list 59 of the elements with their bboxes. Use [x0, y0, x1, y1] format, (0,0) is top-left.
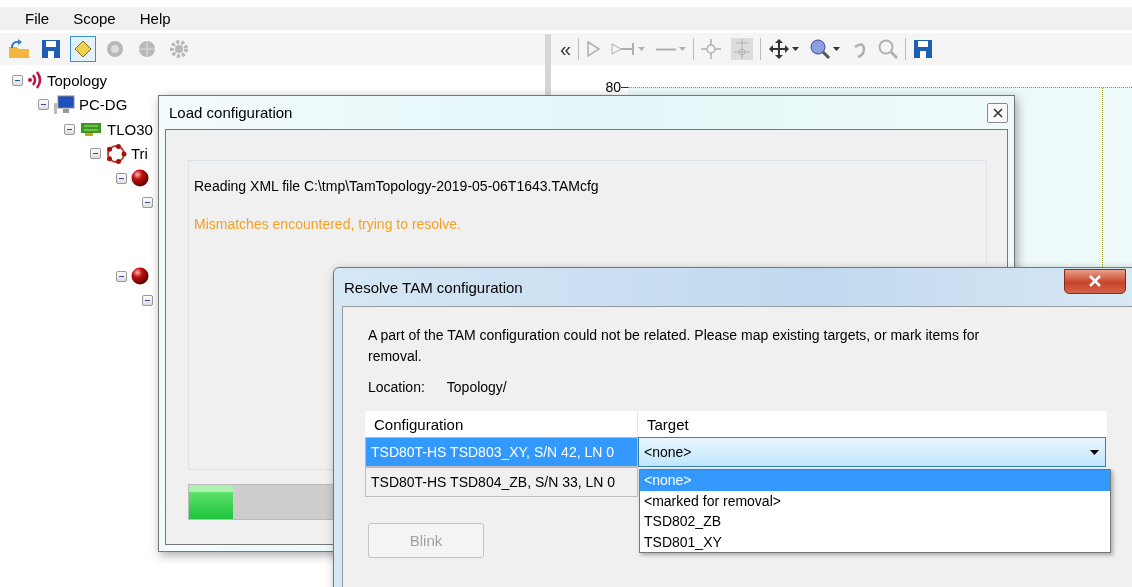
- zoom-icon: [809, 38, 832, 60]
- collapse-toggle[interactable]: [64, 123, 75, 135]
- line-icon: [655, 47, 678, 51]
- dropdown-option[interactable]: <marked for removal>: [640, 490, 1110, 511]
- collapse-toggle[interactable]: [142, 295, 153, 307]
- tree-item-label[interactable]: Tri: [131, 145, 148, 163]
- status-message: Reading XML file C:\tmp\TamTopology-2019-05-06T1643.TAMcfg: [194, 178, 600, 194]
- caret-icon: [792, 47, 800, 51]
- close-icon: [1088, 275, 1102, 287]
- axis-tick-label: 80: [604, 79, 621, 95]
- tree-item-label[interactable]: PC-DG: [79, 96, 128, 114]
- caret-icon: [679, 47, 687, 51]
- dialog-title: Load configuration: [169, 104, 293, 121]
- column-header[interactable]: Target: [638, 411, 1107, 437]
- collapse-toggle[interactable]: [90, 148, 101, 160]
- warning-message: Mismatches encountered, trying to resolve.: [194, 216, 462, 232]
- save-icon: [41, 39, 61, 59]
- tick-mark: [621, 87, 628, 88]
- ball-icon: [131, 169, 149, 188]
- play-icon: [586, 41, 601, 57]
- menu-item[interactable]: File: [25, 10, 62, 27]
- dialog-title: Resolve TAM configuration: [344, 278, 523, 296]
- crosshair-icon: [731, 38, 754, 60]
- step-icon: [610, 41, 637, 57]
- collapse-button[interactable]: «: [557, 36, 575, 62]
- crosshair-icon: [701, 39, 722, 59]
- globe-icon: [137, 39, 157, 59]
- collapse-toggle[interactable]: [116, 270, 127, 282]
- collapse-toggle[interactable]: [142, 197, 153, 209]
- menu-item[interactable]: Scope: [73, 10, 128, 27]
- collapse-toggle[interactable]: [12, 74, 23, 86]
- folder-icon: [8, 39, 30, 59]
- close-icon: [992, 107, 1003, 118]
- move-arrows-icon: [768, 38, 791, 60]
- ball-icon: [131, 267, 149, 286]
- diamond-icon: [74, 40, 92, 58]
- dropdown-option[interactable]: TSD801_XY: [640, 531, 1110, 552]
- caret-icon: [1090, 449, 1099, 455]
- table-cell[interactable]: TSD80T-HS TSD804_ZB, S/N 33, LN 0: [365, 467, 638, 497]
- caret-icon: [638, 47, 646, 51]
- caret-icon: [833, 47, 841, 51]
- close-button[interactable]: [1064, 268, 1126, 294]
- gear-icon: [169, 39, 189, 59]
- instruction-text: A part of the TAM configuration could not be related. Please map existing targets, or mark items for removal.: [368, 326, 981, 366]
- save-icon: [913, 39, 934, 59]
- signal-icon: [27, 70, 43, 91]
- menu-item[interactable]: Help: [139, 10, 183, 27]
- tree-item-label[interactable]: TLO30: [107, 120, 153, 138]
- collapse-toggle[interactable]: [38, 99, 49, 111]
- ring-icon: [105, 142, 127, 165]
- zoom-icon: [878, 39, 899, 59]
- location-label: Location:: [368, 379, 425, 395]
- close-button[interactable]: [987, 102, 1008, 123]
- dropdown-option[interactable]: TSD802_ZB: [640, 511, 1110, 532]
- location-value: Topology/: [446, 379, 507, 395]
- circuit-board-icon: [79, 121, 103, 138]
- collapse-toggle[interactable]: [116, 172, 127, 184]
- tree-item-label[interactable]: Topology: [47, 71, 108, 89]
- computer-icon: [53, 94, 75, 115]
